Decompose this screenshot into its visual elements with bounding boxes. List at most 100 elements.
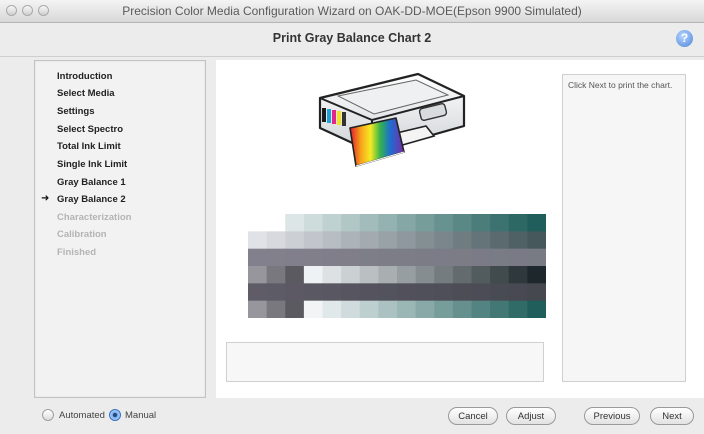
chart-patch (508, 300, 528, 318)
chart-patch (266, 300, 286, 318)
chart-patch (266, 266, 286, 284)
step-introduction: Introduction (57, 71, 113, 82)
chart-patch (452, 266, 473, 284)
chart-patch (397, 300, 417, 318)
step-select-media: Select Media (57, 88, 115, 99)
chart-patch (285, 300, 305, 318)
status-message-box (226, 342, 544, 382)
chart-patch (285, 231, 305, 250)
chart-patch (285, 283, 305, 302)
chart-patch (359, 300, 379, 318)
adjust-button[interactable]: Adjust (506, 407, 556, 425)
chart-patch (415, 214, 435, 232)
chart-patch (266, 231, 286, 250)
chart-patch (415, 248, 435, 267)
chart-patch (471, 231, 491, 250)
chart-patch (341, 214, 361, 232)
current-step-arrow-icon: ➜ (41, 193, 50, 204)
chart-patch (378, 300, 398, 318)
step-settings: Settings (57, 106, 95, 117)
chart-patch (508, 266, 528, 284)
chart-patch (527, 266, 546, 284)
chart-patch (248, 214, 268, 232)
chart-patch (415, 231, 435, 250)
wizard-steps-sidebar: ➜ Introduction Select Media Settings Sel… (34, 60, 206, 398)
manual-radio[interactable] (109, 409, 121, 421)
chart-patch (415, 283, 435, 302)
chart-patch (527, 248, 546, 267)
chart-patch (266, 248, 286, 267)
chart-patch (471, 283, 491, 302)
manual-radio-label: Manual (125, 410, 157, 421)
window-title: Precision Color Media Configuration Wiza… (122, 4, 582, 18)
chart-patch (434, 248, 454, 267)
chart-patch (322, 248, 342, 267)
chart-patch (471, 300, 491, 318)
gray-balance-chart (248, 214, 546, 318)
chart-patch (434, 300, 454, 318)
chart-patch (248, 283, 268, 302)
step-finished: Finished (57, 247, 97, 258)
printer-illustration (318, 72, 466, 167)
chart-patch (397, 214, 417, 232)
chart-patch (434, 266, 454, 284)
chart-patch (490, 266, 510, 284)
cancel-button[interactable]: Cancel (448, 407, 498, 425)
step-single-ink-limit: Single Ink Limit (57, 159, 128, 170)
chart-patch (452, 248, 473, 267)
automated-radio[interactable] (42, 409, 54, 421)
chart-patch (322, 266, 342, 284)
chart-patch (415, 300, 435, 318)
chart-patch (359, 283, 379, 302)
previous-button[interactable]: Previous (584, 407, 640, 425)
instructions-text: Click Next to print the chart. (568, 80, 673, 90)
chart-patch (452, 214, 473, 232)
chart-patch (434, 283, 454, 302)
chart-patch (378, 214, 398, 232)
chart-patch (471, 214, 491, 232)
chart-patch (285, 214, 305, 232)
chart-patch (452, 300, 473, 318)
step-total-ink-limit: Total Ink Limit (57, 141, 121, 152)
chart-patch (490, 248, 510, 267)
chart-patch (303, 266, 324, 284)
next-button[interactable]: Next (650, 407, 694, 425)
chart-patch (303, 300, 324, 318)
chart-patch (248, 248, 268, 267)
chart-patch (397, 266, 417, 284)
chart-patch (508, 283, 528, 302)
chart-patch (322, 300, 342, 318)
chart-patch (397, 283, 417, 302)
chart-patch (527, 214, 546, 232)
chart-patch (527, 231, 546, 250)
chart-patch (341, 283, 361, 302)
automated-radio-label: Automated (59, 410, 105, 421)
chart-patch (508, 214, 528, 232)
window-titlebar: Precision Color Media Configuration Wiza… (0, 0, 704, 23)
chart-patch (490, 300, 510, 318)
chart-patch (359, 266, 379, 284)
chart-patch (303, 214, 324, 232)
chart-patch (322, 214, 342, 232)
chart-patch (303, 231, 324, 250)
step-select-spectro: Select Spectro (57, 124, 123, 135)
chart-patch (248, 266, 268, 284)
chart-patch (322, 283, 342, 302)
chart-patch (397, 231, 417, 250)
chart-patch (378, 248, 398, 267)
help-icon[interactable]: ? (676, 30, 693, 47)
chart-patch (248, 231, 268, 250)
step-characterization: Characterization (57, 212, 132, 223)
chart-patch (434, 214, 454, 232)
chart-patch (341, 266, 361, 284)
chart-patch (359, 231, 379, 250)
chart-patch (378, 283, 398, 302)
chart-patch (322, 231, 342, 250)
chart-patch (527, 283, 546, 302)
chart-patch (303, 283, 324, 302)
chart-patch (266, 214, 286, 232)
chart-patch (341, 231, 361, 250)
step-gray-balance-2: Gray Balance 2 (57, 194, 126, 205)
chart-patch (248, 300, 268, 318)
chart-patch (397, 248, 417, 267)
